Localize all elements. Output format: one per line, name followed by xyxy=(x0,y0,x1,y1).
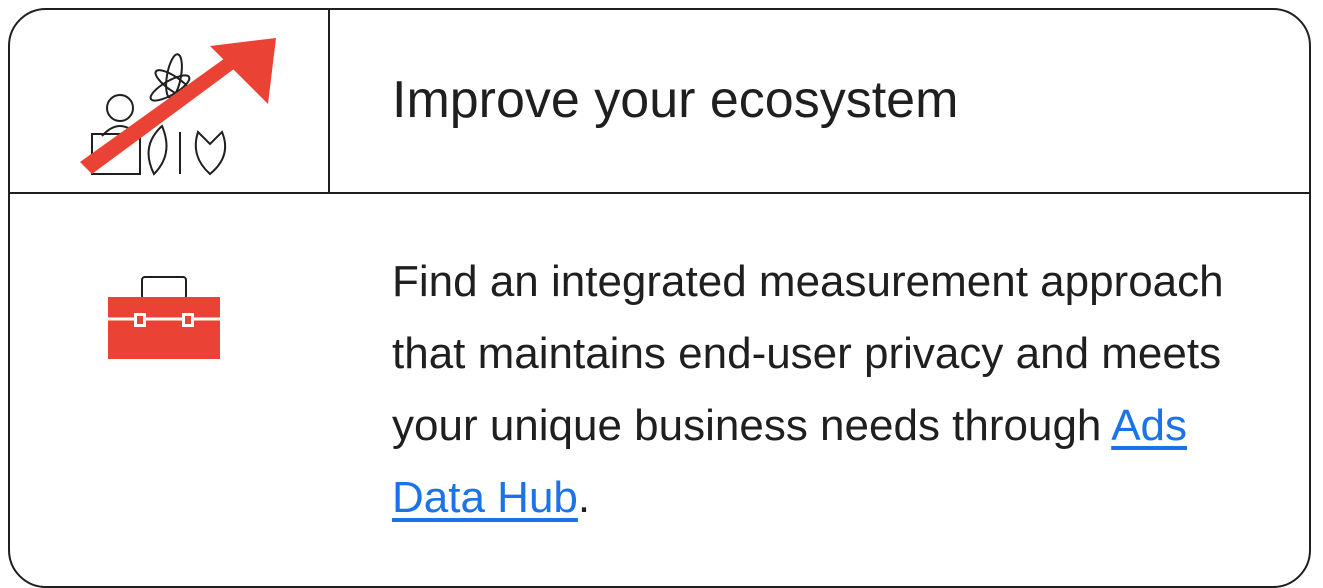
card-header: Improve your ecosystem xyxy=(10,10,1309,194)
toolbox-icon xyxy=(108,276,220,359)
card-title: Improve your ecosystem xyxy=(392,71,959,129)
description-end: . xyxy=(577,473,591,522)
description-text: Find an integrated measurement approach … xyxy=(392,257,1224,450)
header-icon-cell xyxy=(10,10,330,192)
growth-arrow-icon xyxy=(80,38,276,176)
card-description: Find an integrated measurement approach … xyxy=(392,246,1292,534)
info-card: Improve your ecosystem Find an integrate… xyxy=(8,8,1311,588)
